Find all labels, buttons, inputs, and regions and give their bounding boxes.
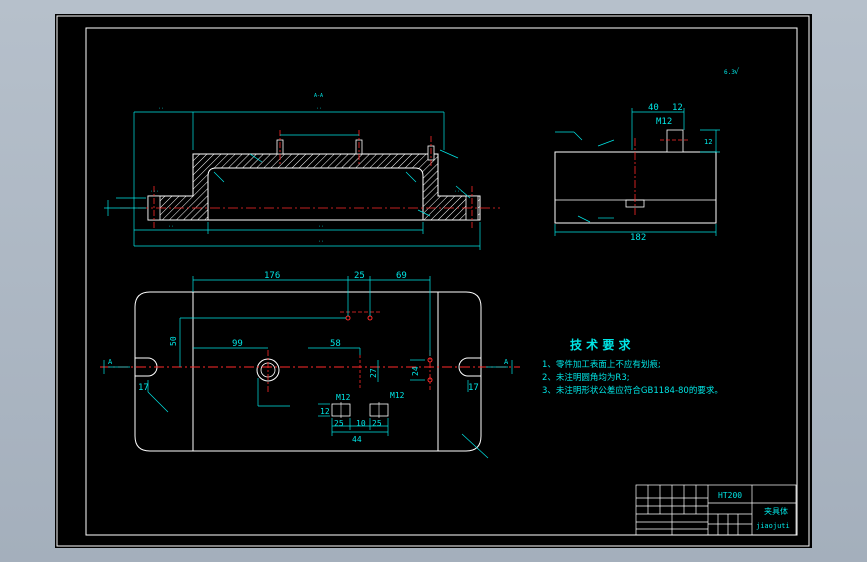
- cut-mark-a-right: A: [504, 358, 509, 366]
- dim-27: 27: [369, 368, 378, 378]
- tech-item: 2、未注明圆角均为R3;: [542, 372, 630, 383]
- dim-12: 12: [320, 407, 330, 416]
- svg-text:··: ··: [318, 224, 324, 230]
- dim-24: 24: [411, 366, 420, 376]
- dim-58: 58: [330, 339, 341, 349]
- cut-mark-a-left: A: [108, 358, 113, 366]
- tech-requirements: 技 术 要 求 1、零件加工表面上不应有划痕; 2、未注明圆角均为R3; 3、未…: [542, 337, 723, 396]
- dim-25-a: 25: [334, 419, 344, 428]
- dim-side-12b: 12: [704, 138, 712, 146]
- side-view: [554, 129, 717, 224]
- title-part-name: 夹具体: [764, 506, 788, 516]
- dim-side-12: 12: [672, 103, 683, 113]
- dim-50: 50: [169, 336, 178, 346]
- title-drawing-id: jiaojuti: [756, 522, 790, 530]
- dim-25: 25: [354, 271, 365, 281]
- dim-17-right: 17: [468, 383, 479, 393]
- dim-99: 99: [232, 339, 243, 349]
- dim-176: 176: [264, 271, 280, 281]
- svg-text:···: ···: [150, 189, 159, 195]
- title-material: HT200: [718, 491, 742, 500]
- tech-item: 3、未注明形状公差应符合GB1184-80的要求。: [542, 385, 723, 396]
- plan-view: [100, 291, 520, 452]
- side-dimensions: [554, 108, 720, 236]
- section-view: [120, 130, 500, 230]
- svg-text:···: ···: [454, 189, 463, 195]
- dim-10: 10: [356, 419, 366, 428]
- section-label: A-A: [314, 93, 323, 99]
- dim-side-m12: M12: [656, 117, 672, 127]
- svg-text:··: ··: [316, 106, 322, 112]
- dim-44: 44: [352, 435, 362, 444]
- outer-border: [56, 15, 810, 547]
- dim-69: 69: [396, 271, 407, 281]
- tech-item: 1、零件加工表面上不应有划痕;: [542, 359, 661, 370]
- dim-m12-a: M12: [336, 393, 351, 402]
- cad-drawing: A-A ·· ·· ·· ·· ·· ··· ··· 40 12 M12 182…: [56, 15, 810, 547]
- dim-25-b: 25: [372, 419, 382, 428]
- dim-m12-b: M12: [390, 391, 405, 400]
- svg-text:··: ··: [168, 224, 174, 230]
- svg-text:··: ··: [318, 239, 324, 245]
- roughness-symbol: 6.3 √: [724, 67, 740, 76]
- dim-17-left: 17: [138, 383, 149, 393]
- roughness-check-icon: √: [734, 67, 740, 76]
- svg-text:··: ··: [158, 106, 164, 112]
- tech-title: 技 术 要 求: [570, 337, 632, 352]
- cad-viewport[interactable]: A-A ·· ·· ·· ·· ·· ··· ··· 40 12 M12 182…: [0, 0, 867, 562]
- dim-side-40: 40: [648, 103, 659, 113]
- dim-side-182: 182: [630, 233, 646, 243]
